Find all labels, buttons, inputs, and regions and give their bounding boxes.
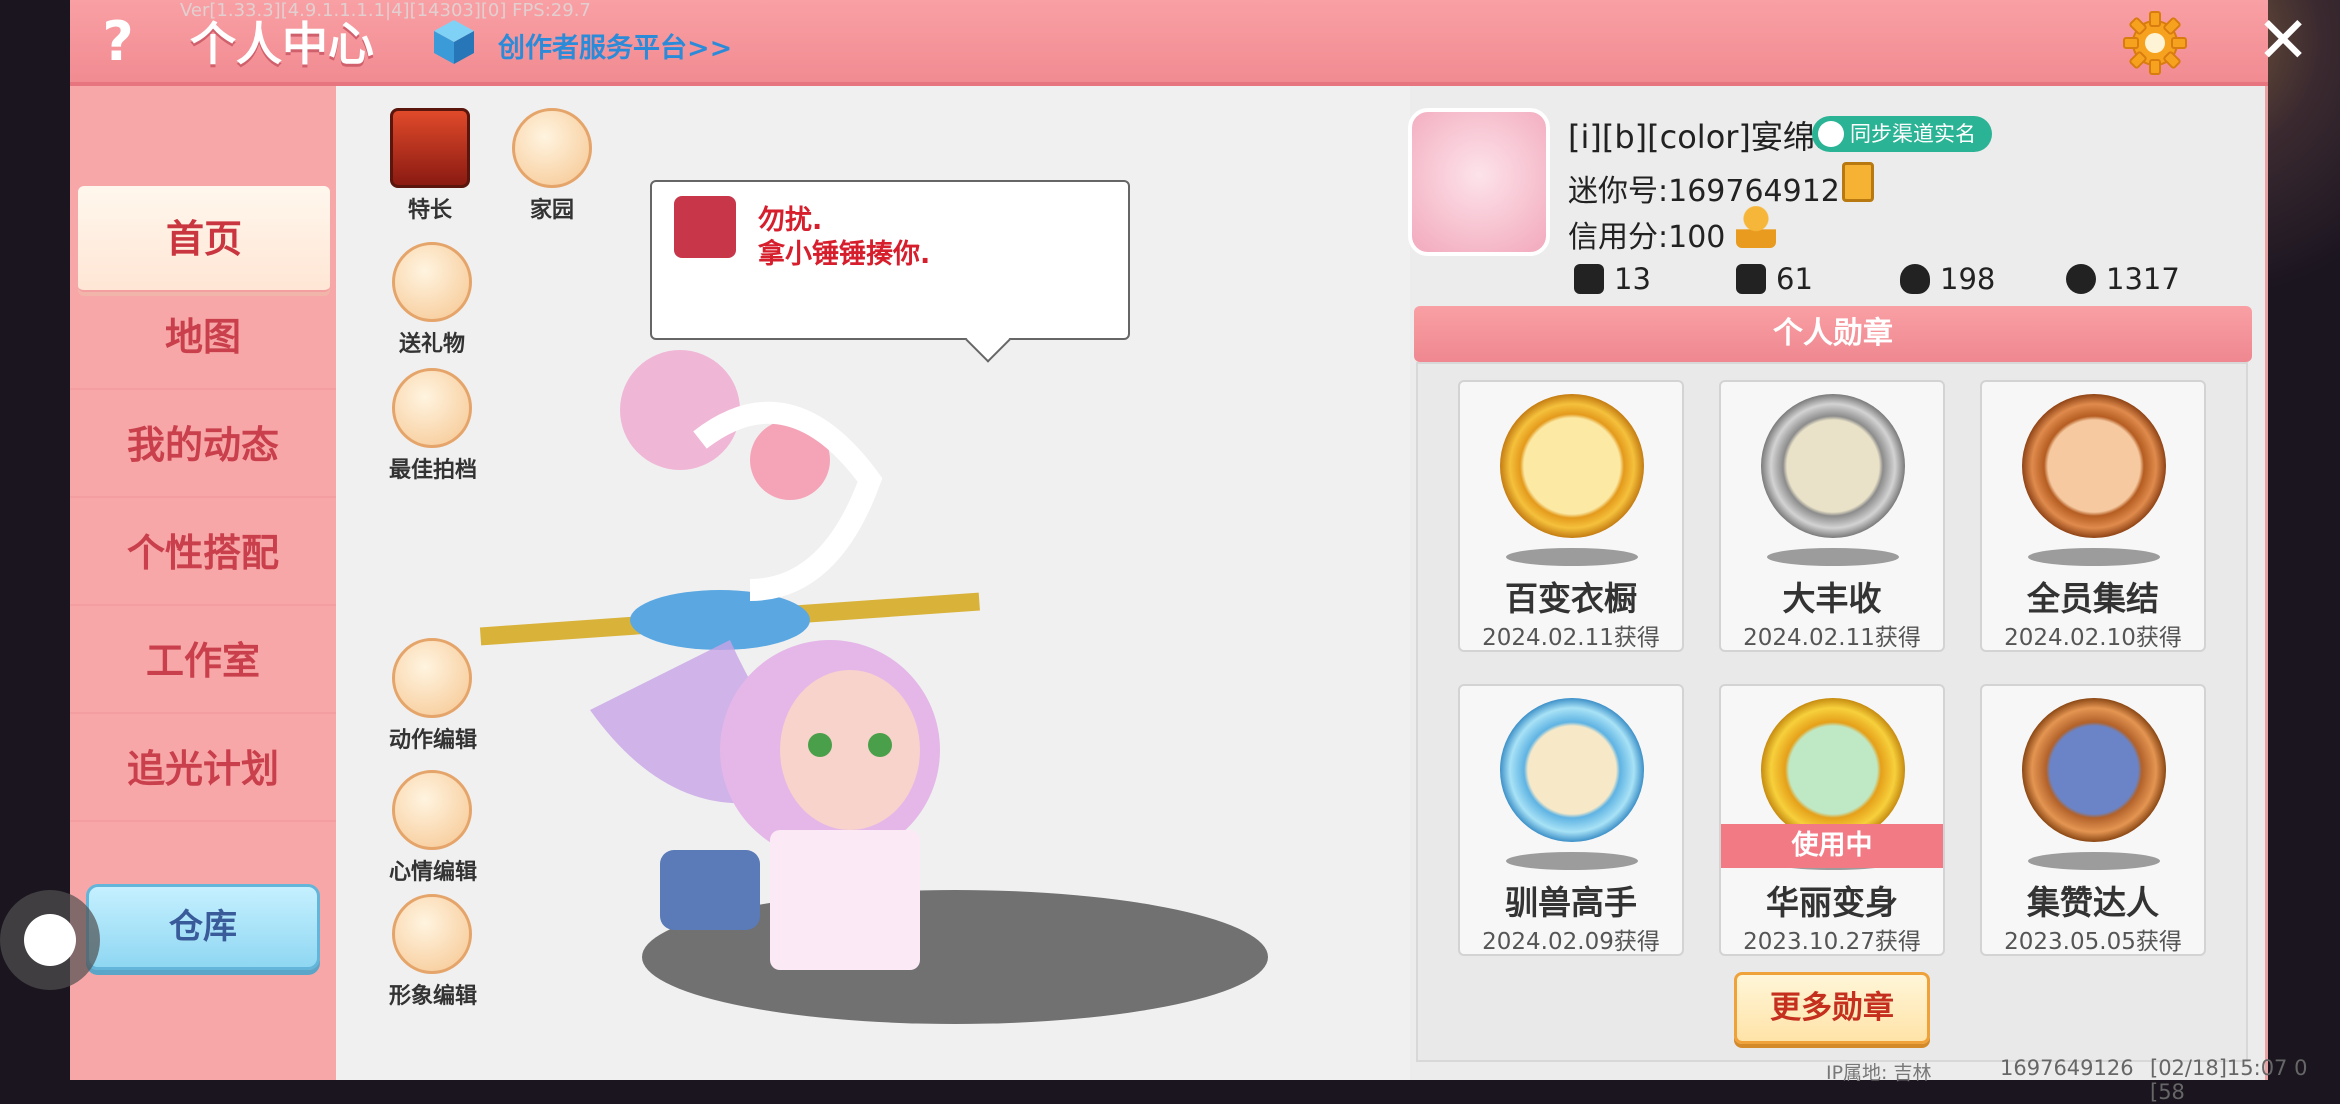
medal-shadow <box>1506 852 1638 870</box>
heart-icon <box>2066 264 2096 294</box>
sync-realname-badge[interactable]: 同步渠道实名 <box>1812 116 1992 152</box>
flame-icon <box>1900 264 1930 294</box>
speciality-icon <box>390 108 470 188</box>
medal-icon <box>1761 698 1905 842</box>
edit-icon <box>392 770 472 850</box>
mood-face-icon <box>674 196 736 258</box>
speciality-label: 特长 <box>407 198 452 223</box>
mood-edit-button[interactable]: 心情编辑 <box>389 770 478 886</box>
medal-name: 集赞达人 <box>2027 883 2159 922</box>
outfit-icon <box>392 894 472 974</box>
ip-location: IP属地: 吉林 <box>1826 1062 1932 1084</box>
action-icon <box>392 638 472 718</box>
send-gift-button[interactable]: 送礼物 <box>389 242 475 358</box>
medal-card[interactable]: 大丰收 2024.02.11获得 <box>1719 380 1945 652</box>
in-use-badge: 使用中 <box>1721 824 1943 868</box>
medal-card[interactable]: 集赞达人 2023.05.05获得 <box>1980 684 2206 956</box>
stat-likes[interactable]: 1317 <box>2066 262 2180 296</box>
top-bar: Ver[1.33.3][4.9.1.1.1.1|4][14303][0] FPS… <box>70 0 2310 86</box>
medal-shadow <box>1506 548 1638 566</box>
medal-icon <box>1761 394 1905 538</box>
medal-card[interactable]: 全员集结 2024.02.10获得 <box>1980 380 2206 652</box>
medal-date: 2024.02.09获得 <box>1482 929 1660 955</box>
image-edit-label: 形象编辑 <box>389 984 478 1009</box>
handshake-icon <box>392 368 472 448</box>
stat-fans-value: 61 <box>1776 262 1813 296</box>
stat-follow[interactable]: 13 <box>1574 262 1651 296</box>
add-friend-icon <box>1574 264 1604 294</box>
fans-icon <box>1736 264 1766 294</box>
character-avatar-model[interactable] <box>470 330 1030 980</box>
medal-date: 2023.10.27获得 <box>1743 929 1921 955</box>
medal-icon <box>2022 394 2166 538</box>
medal-shadow <box>2028 548 2160 566</box>
medal-name: 百变衣橱 <box>1505 579 1637 618</box>
nav-item-my-posts[interactable]: 我的动态 <box>70 392 336 498</box>
profile-avatar[interactable] <box>1408 108 1550 256</box>
warehouse-button[interactable]: 仓库 <box>86 884 320 970</box>
help-icon[interactable]: ? <box>88 10 148 74</box>
speciality-button[interactable]: 特长 <box>387 108 473 224</box>
copy-icon[interactable] <box>1842 162 1874 202</box>
action-edit-label: 动作编辑 <box>389 728 478 753</box>
nav-item-outfit[interactable]: 个性搭配 <box>70 500 336 606</box>
medal-card[interactable]: 驯兽高手 2024.02.09获得 <box>1458 684 1684 956</box>
more-medals-button[interactable]: 更多勋章 <box>1734 972 1930 1044</box>
medal-name: 大丰收 <box>1782 579 1882 618</box>
medal-date: 2024.02.10获得 <box>2004 625 2182 651</box>
medal-icon <box>2022 698 2166 842</box>
floating-assist-button[interactable] <box>0 890 100 990</box>
medal-card[interactable]: 使用中 华丽变身 2023.10.27获得 <box>1719 684 1945 956</box>
nav-item-home[interactable]: 首页 <box>78 186 330 292</box>
medal-name: 驯兽高手 <box>1505 883 1637 922</box>
medal-shadow <box>1767 548 1899 566</box>
credit-score: 信用分:100 <box>1568 220 1726 255</box>
medals-header: 个人勋章 <box>1414 306 2252 362</box>
creator-platform-link[interactable]: 创作者服务平台>> <box>498 26 732 65</box>
mood-speech-bubble: 勿扰. 拿小锤锤揍你. <box>650 180 1130 340</box>
medal-date: 2024.02.11获得 <box>1743 625 1921 651</box>
nav-item-map[interactable]: 地图 <box>70 284 336 390</box>
cube-icon[interactable] <box>430 18 478 66</box>
credit-user-icon[interactable] <box>1736 206 1776 248</box>
home-label: 家园 <box>529 198 574 223</box>
footer-timestamp: [02/18]15:07 0 [58 <box>2150 1056 2308 1104</box>
footer-user-id: 1697649126 <box>2000 1056 2134 1080</box>
home-button[interactable]: 家园 <box>509 108 595 224</box>
action-edit-button[interactable]: 动作编辑 <box>389 638 478 754</box>
medal-date: 2024.02.11获得 <box>1482 625 1660 651</box>
nav-item-studio[interactable]: 工作室 <box>70 608 336 714</box>
stat-fans[interactable]: 61 <box>1736 262 1813 296</box>
nav-item-light-chase-plan[interactable]: 追光计划 <box>70 716 336 822</box>
medal-name: 全员集结 <box>2027 579 2159 618</box>
medal-icon <box>1500 698 1644 842</box>
mood-line-2: 拿小锤锤揍你. <box>758 239 931 270</box>
medal-shadow <box>2028 852 2160 870</box>
gear-icon[interactable] <box>2120 8 2190 78</box>
medal-card[interactable]: 百变衣橱 2024.02.11获得 <box>1458 380 1684 652</box>
house-icon <box>512 108 592 188</box>
mood-edit-label: 心情编辑 <box>389 860 478 885</box>
stat-follow-value: 13 <box>1614 262 1651 296</box>
medal-icon <box>1500 394 1644 538</box>
best-partner-label: 最佳拍档 <box>389 458 478 483</box>
stat-popularity-value: 198 <box>1940 262 1996 296</box>
stat-likes-value: 1317 <box>2106 262 2180 296</box>
profile-username: [i][b][color]宴绵. <box>1568 118 1826 156</box>
image-edit-button[interactable]: 形象编辑 <box>389 894 478 1010</box>
send-gift-label: 送礼物 <box>398 332 465 357</box>
medal-name: 华丽变身 <box>1766 883 1898 922</box>
close-icon[interactable]: ✕ <box>2250 9 2316 76</box>
gift-icon <box>392 242 472 322</box>
mini-id: 迷你号:1697649126 <box>1568 174 1859 209</box>
best-partner-button[interactable]: 最佳拍档 <box>389 368 478 484</box>
medal-date: 2023.05.05获得 <box>2004 929 2182 955</box>
stat-popularity[interactable]: 198 <box>1900 262 1995 296</box>
